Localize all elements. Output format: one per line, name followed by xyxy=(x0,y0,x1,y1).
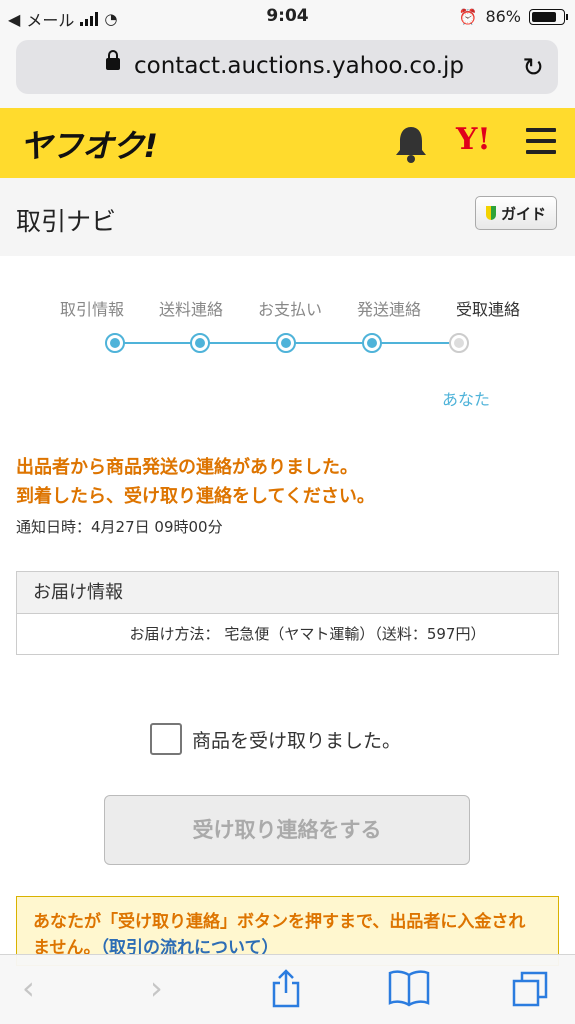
page-title-bar: 取引ナビ ガイド xyxy=(0,178,575,256)
menu-icon[interactable] xyxy=(526,128,556,156)
step-label: 取引情報 xyxy=(60,300,125,319)
message-line: 出品者から商品発送の連絡がありました。 xyxy=(16,457,358,478)
step-dot-done xyxy=(362,333,382,353)
site-header: ヤフオク! Y! xyxy=(0,108,575,178)
bookmarks-icon[interactable] xyxy=(388,969,430,1007)
status-right: ⏰ 86% xyxy=(458,7,568,26)
status-bar: ◀ メール ◔ 9:04 ⏰ 86% xyxy=(0,0,575,34)
back-icon[interactable]: ‹ xyxy=(22,969,35,1007)
browser-chrome: contact.auctions.yahoo.co.jp ↻ xyxy=(0,34,575,108)
step-owner-label: あなた xyxy=(442,390,491,409)
message-line: 到着したら、受け取り連絡をしてください。 xyxy=(16,486,375,507)
progress-steps: 取引情報 送料連絡 お支払い 発送連絡 受取連絡 あなた xyxy=(60,296,520,409)
submit-receipt-button[interactable]: 受け取り連絡をする xyxy=(104,795,470,865)
step-dot-done xyxy=(105,333,125,353)
battery-icon xyxy=(529,8,568,25)
delivery-method: お届け方法： 宅急便（ヤマト運輸）（送料：597円） xyxy=(129,625,486,643)
lock-icon xyxy=(106,50,120,70)
yafuoku-logo[interactable]: ヤフオク! xyxy=(20,121,158,167)
delivery-info-panel: お届け情報 お届け方法： 宅急便（ヤマト運輸）（送料：597円） xyxy=(16,571,559,655)
beginner-mark-icon xyxy=(485,206,496,220)
browser-toolbar: ‹ › xyxy=(0,954,575,1024)
step-dot-current xyxy=(449,333,469,353)
delivery-heading: お届け情報 xyxy=(17,572,558,614)
yahoo-icon[interactable]: Y! xyxy=(456,122,491,157)
step-labels: 取引情報 送料連絡 お支払い 発送連絡 受取連絡 xyxy=(60,296,520,320)
step-dot-done xyxy=(276,333,296,353)
share-icon[interactable] xyxy=(270,969,302,1009)
step-label: 受取連絡 xyxy=(455,300,520,319)
bell-icon[interactable] xyxy=(394,124,428,164)
alarm-icon: ⏰ xyxy=(458,7,478,26)
address-bar[interactable]: contact.auctions.yahoo.co.jp ↻ xyxy=(16,40,558,94)
status-message: 出品者から商品発送の連絡がありました。 到着したら、受け取り連絡をしてください。 xyxy=(16,453,375,511)
received-checkbox-row[interactable]: 商品を受け取りました。 xyxy=(150,723,401,755)
page-title: 取引ナビ xyxy=(16,207,117,236)
battery-percent: 86% xyxy=(485,7,521,26)
guide-label: ガイド xyxy=(500,204,546,223)
reload-icon[interactable]: ↻ xyxy=(522,53,544,83)
guide-button[interactable]: ガイド xyxy=(474,196,557,230)
step-dot-done xyxy=(190,333,210,353)
received-checkbox-label[interactable]: 商品を受け取りました。 xyxy=(192,726,401,753)
step-label: 送料連絡 xyxy=(158,300,223,319)
battery-fill xyxy=(532,11,557,22)
notice-date: 通知日時：4月27日 09時00分 xyxy=(16,518,223,536)
tabs-icon[interactable] xyxy=(510,969,550,1009)
received-checkbox[interactable] xyxy=(150,723,182,755)
step-label: お支払い xyxy=(257,300,322,319)
address-url[interactable]: contact.auctions.yahoo.co.jp xyxy=(134,53,464,79)
forward-icon[interactable]: › xyxy=(150,969,163,1007)
step-label: 発送連絡 xyxy=(356,300,421,319)
